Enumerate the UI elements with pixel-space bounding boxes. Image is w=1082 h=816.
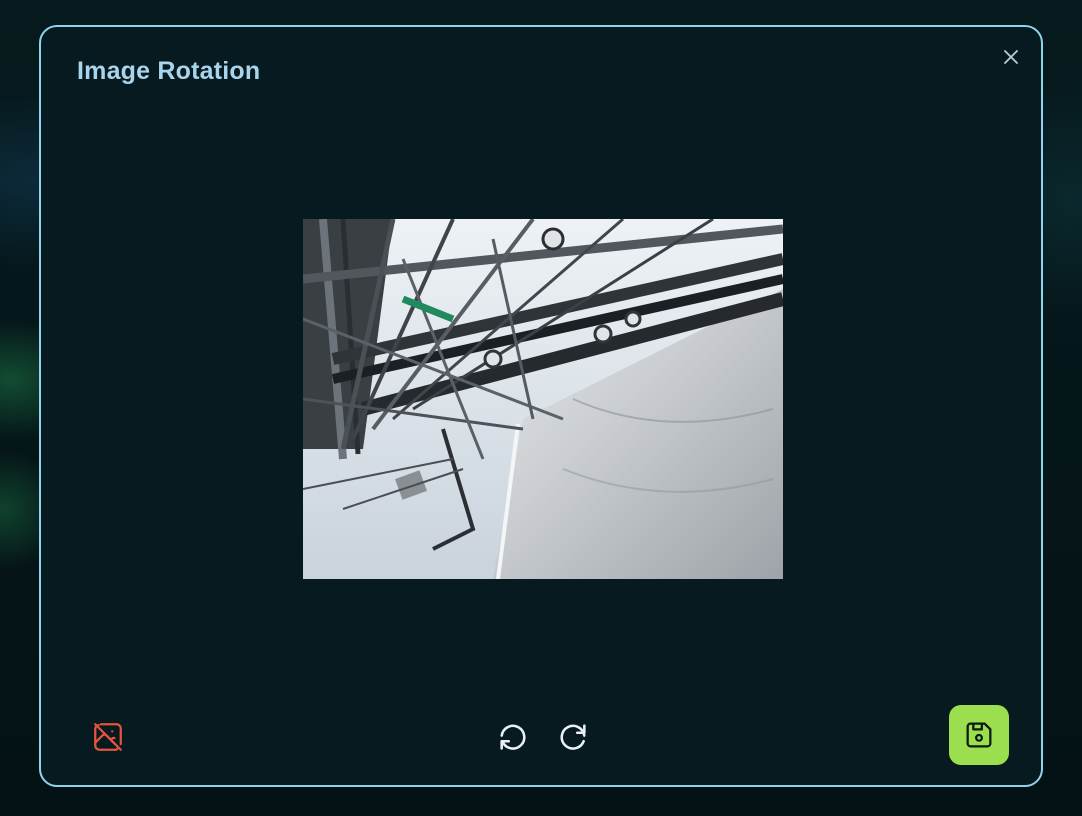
rotate-counterclockwise-icon	[500, 724, 526, 750]
rotate-clockwise-icon	[560, 724, 586, 750]
dialog-title: Image Rotation	[77, 57, 261, 85]
save-floppy-icon	[966, 722, 992, 748]
rotate-left-button[interactable]	[493, 717, 533, 757]
save-button[interactable]	[949, 705, 1009, 765]
preview-image	[303, 219, 783, 579]
image-rotation-dialog: Image Rotation	[39, 25, 1043, 787]
rotate-right-button[interactable]	[553, 717, 593, 757]
close-icon	[1004, 50, 1018, 64]
remove-image-button[interactable]	[88, 717, 128, 757]
close-button[interactable]	[999, 45, 1023, 69]
image-off-icon	[94, 723, 122, 751]
